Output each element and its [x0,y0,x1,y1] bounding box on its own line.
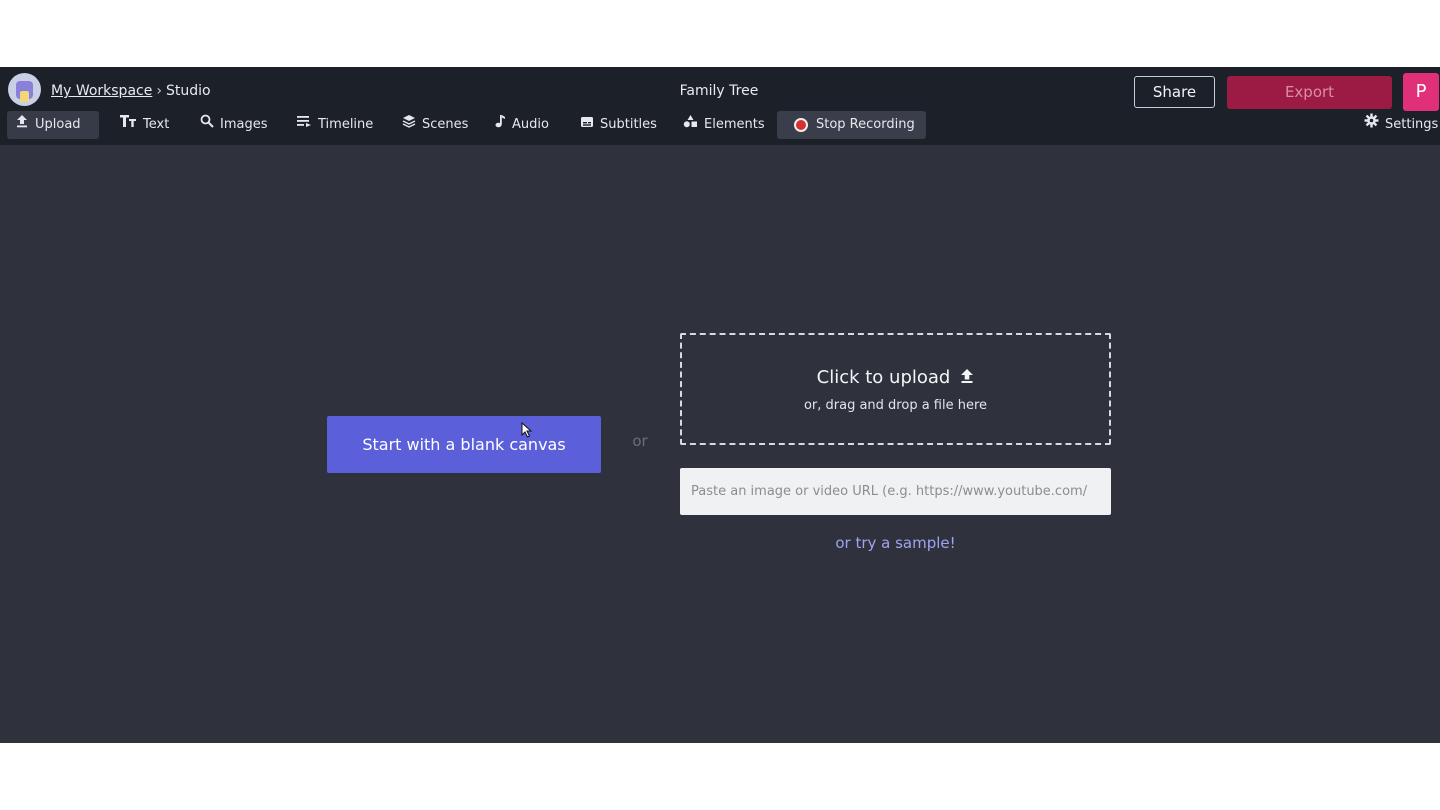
project-title[interactable]: Family Tree [619,81,819,101]
tab-label: Upload [35,117,81,132]
record-icon [794,118,808,132]
upload-subtitle: or, drag and drop a file here [803,398,988,413]
upload-icon [15,111,29,139]
avatar-detail [20,91,29,102]
export-button[interactable]: Export [1227,76,1392,109]
search-icon [200,111,214,139]
tab-elements[interactable]: Elements [675,111,773,139]
tab-scenes[interactable]: Scenes [394,111,476,139]
subtitles-icon [580,111,594,139]
tab-label: Images [220,117,268,132]
breadcrumb-separator: › [156,83,162,99]
breadcrumb: My Workspace › Studio [51,81,211,101]
tab-text[interactable]: Text [111,111,177,139]
tab-label: Text [143,117,170,132]
top-bar: My Workspace › Studio Family Tree Share Ex… [0,67,1440,145]
stop-recording-button[interactable]: Stop Recording [777,111,926,139]
tab-label: Audio [512,117,549,132]
tab-subtitles[interactable]: Subtitles [572,111,665,139]
upload-dropzone[interactable]: Click to upload or, drag and drop a file… [680,333,1111,445]
tab-audio[interactable]: Audio [486,111,557,139]
or-divider: or [632,432,648,450]
breadcrumb-current: Studio [165,83,211,99]
upload-title-text: Click to upload [816,367,951,388]
mouse-cursor-icon [521,422,533,438]
settings-label: Settings [1385,117,1439,132]
text-icon [119,111,137,139]
upload-arrow-icon [960,368,974,389]
try-sample-link[interactable]: or try a sample! [680,534,1111,552]
tab-label: Scenes [422,117,469,132]
tab-label: Stop Recording [816,117,915,132]
gear-icon [1364,111,1379,139]
blank-canvas-button[interactable]: Start with a blank canvas [327,416,601,473]
tab-images[interactable]: Images [192,111,276,139]
breadcrumb-workspace-link[interactable]: My Workspace [51,83,152,99]
tab-label: Elements [704,117,765,132]
share-button[interactable]: Share [1134,76,1215,108]
upload-title: Click to upload [682,367,1109,389]
shapes-icon [683,111,698,139]
profile-button[interactable]: P [1403,73,1439,111]
music-note-icon [494,111,506,139]
timeline-icon [296,111,312,139]
settings-button[interactable]: Settings [1364,111,1438,139]
tab-label: Timeline [318,117,374,132]
tab-upload[interactable]: Upload [7,111,99,139]
tab-timeline[interactable]: Timeline [288,111,381,139]
avatar[interactable] [8,73,41,106]
layers-icon [402,111,416,139]
studio-app: My Workspace › Studio Family Tree Share Ex… [0,67,1440,743]
tab-label: Subtitles [600,117,657,132]
url-input[interactable] [680,468,1111,515]
